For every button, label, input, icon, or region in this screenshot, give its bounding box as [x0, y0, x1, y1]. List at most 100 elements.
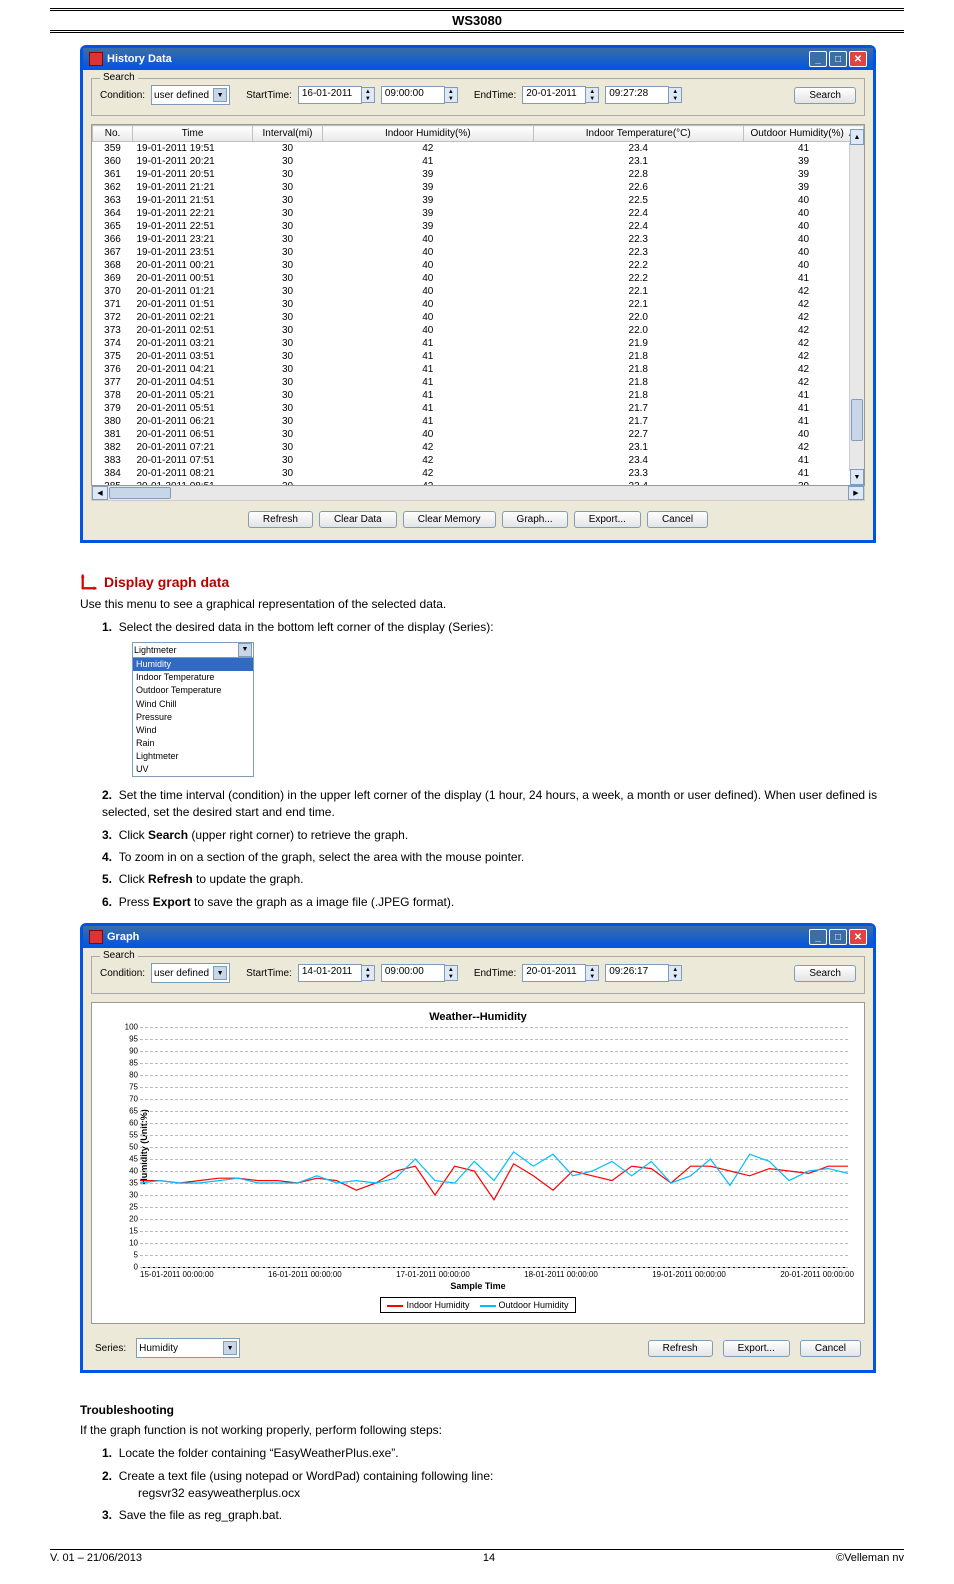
series-combo[interactable]: Humidity▼: [136, 1338, 240, 1358]
column-header[interactable]: Outdoor Humidity(%) ▲: [744, 126, 864, 142]
scroll-right-icon[interactable]: ▶: [848, 486, 864, 500]
start-time-input[interactable]: 09:00:00: [381, 964, 445, 982]
step6-post: to save the graph as a image file (.JPEG…: [191, 895, 454, 909]
table-row[interactable]: 37020-01-2011 01:21304022.142: [93, 285, 864, 298]
table-row[interactable]: 36719-01-2011 23:51304022.340: [93, 246, 864, 259]
table-row[interactable]: 36119-01-2011 20:51303922.839: [93, 168, 864, 181]
column-header[interactable]: Interval(mi): [253, 126, 323, 142]
spin-up-icon[interactable]: ▲: [362, 88, 374, 95]
table-row[interactable]: 36319-01-2011 21:51303922.540: [93, 194, 864, 207]
search-button[interactable]: Search: [794, 87, 856, 104]
refresh-button[interactable]: Refresh: [648, 1340, 713, 1357]
minimize-icon[interactable]: _: [809, 929, 827, 945]
condition-combo[interactable]: user defined ▼: [151, 85, 230, 105]
table-row[interactable]: 37520-01-2011 03:51304121.842: [93, 350, 864, 363]
intro-text: Use this menu to see a graphical represe…: [80, 595, 904, 613]
table-row[interactable]: 37820-01-2011 05:21304121.841: [93, 389, 864, 402]
condition-combo[interactable]: user defined▼: [151, 963, 230, 983]
step5-pre: Click: [119, 872, 148, 886]
maximize-icon[interactable]: □: [829, 51, 847, 67]
table-row[interactable]: 38320-01-2011 07:51304223.441: [93, 454, 864, 467]
step6-bold: Export: [153, 895, 191, 909]
step5-bold: Refresh: [148, 872, 193, 886]
table-row[interactable]: 36419-01-2011 22:21303922.440: [93, 207, 864, 220]
step-1: 1. Select the desired data in the bottom…: [102, 619, 904, 777]
export-button[interactable]: Export...: [574, 511, 641, 528]
search-button[interactable]: Search: [794, 965, 856, 982]
end-date-input[interactable]: 20-01-2011: [522, 964, 586, 982]
step3-pre: Click: [119, 828, 148, 842]
ts3-text: Save the file as reg_graph.bat.: [119, 1508, 282, 1522]
table-row[interactable]: 38120-01-2011 06:51304022.740: [93, 428, 864, 441]
start-date-input[interactable]: 16-01-2011: [298, 86, 362, 104]
table-row[interactable]: 36519-01-2011 22:51303922.440: [93, 220, 864, 233]
clear-memory-button[interactable]: Clear Memory: [403, 511, 496, 528]
table-row[interactable]: 37920-01-2011 05:51304121.741: [93, 402, 864, 415]
horizontal-scrollbar[interactable]: ◀ ▶: [91, 486, 865, 501]
cancel-button[interactable]: Cancel: [800, 1340, 861, 1357]
table-row[interactable]: 37320-01-2011 02:51304022.042: [93, 324, 864, 337]
spin-up-icon[interactable]: ▲: [445, 88, 457, 95]
column-header[interactable]: Time: [133, 126, 253, 142]
table-row[interactable]: 36019-01-2011 20:21304123.139: [93, 155, 864, 168]
dropdown-selected: Humidity: [133, 658, 253, 671]
spin-down-icon[interactable]: ▼: [362, 95, 374, 102]
vertical-scrollbar[interactable]: ▲ ▼: [849, 143, 864, 471]
chart-plot[interactable]: Humidity (Unit:%) 0510152025303540455055…: [140, 1027, 848, 1268]
cancel-button[interactable]: Cancel: [647, 511, 708, 528]
history-data-window: History Data _ □ ✕ Search Condition: use…: [80, 45, 876, 543]
spin-up-icon[interactable]: ▲: [669, 88, 681, 95]
condition-value: user defined: [154, 90, 209, 101]
step6-pre: Press: [119, 895, 153, 909]
table-row[interactable]: 37420-01-2011 03:21304121.942: [93, 337, 864, 350]
table-row[interactable]: 37720-01-2011 04:51304121.842: [93, 376, 864, 389]
table-row[interactable]: 36619-01-2011 23:21304022.340: [93, 233, 864, 246]
spin-down-icon[interactable]: ▼: [669, 95, 681, 102]
step-3: 3. Click Search (upper right corner) to …: [102, 827, 904, 844]
table-row[interactable]: 37120-01-2011 01:51304022.142: [93, 298, 864, 311]
scroll-down-icon[interactable]: ▼: [850, 469, 864, 485]
table-row[interactable]: 36820-01-2011 00:21304022.240: [93, 259, 864, 272]
hscroll-thumb[interactable]: [109, 487, 171, 499]
column-header[interactable]: Indoor Temperature(°C): [533, 126, 744, 142]
refresh-button[interactable]: Refresh: [248, 511, 313, 528]
spin-down-icon[interactable]: ▼: [586, 95, 598, 102]
scroll-thumb[interactable]: [851, 399, 863, 441]
legend-indoor: Indoor Humidity: [406, 1300, 469, 1310]
table-row[interactable]: 38520-01-2011 08:51304223.439: [93, 480, 864, 486]
export-button[interactable]: Export...: [723, 1340, 790, 1357]
table-row[interactable]: 37220-01-2011 02:21304022.042: [93, 311, 864, 324]
table-row[interactable]: 38220-01-2011 07:21304223.142: [93, 441, 864, 454]
table-row[interactable]: 38420-01-2011 08:21304223.341: [93, 467, 864, 480]
scroll-up-icon[interactable]: ▲: [850, 129, 864, 145]
table-row[interactable]: 38020-01-2011 06:21304121.741: [93, 415, 864, 428]
chart-area: Weather--Humidity Humidity (Unit:%) 0510…: [91, 1002, 865, 1324]
y-tick: 15: [129, 1227, 138, 1236]
close-icon[interactable]: ✕: [849, 929, 867, 945]
table-row[interactable]: 37620-01-2011 04:21304121.842: [93, 363, 864, 376]
end-time-input[interactable]: 09:27:28: [605, 86, 669, 104]
minimize-icon[interactable]: _: [809, 51, 827, 67]
graph-button[interactable]: Graph...: [502, 511, 568, 528]
condition-label: Condition:: [100, 968, 145, 979]
table-row[interactable]: 35919-01-2011 19:51304223.441: [93, 142, 864, 156]
footer-page: 14: [483, 1552, 495, 1564]
maximize-icon[interactable]: □: [829, 929, 847, 945]
spin-down-icon[interactable]: ▼: [445, 95, 457, 102]
scroll-left-icon[interactable]: ◀: [92, 486, 108, 500]
y-tick: 85: [129, 1059, 138, 1068]
close-icon[interactable]: ✕: [849, 51, 867, 67]
end-time-input[interactable]: 09:26:17: [605, 964, 669, 982]
clear-data-button[interactable]: Clear Data: [319, 511, 397, 528]
table-row[interactable]: 36219-01-2011 21:21303922.639: [93, 181, 864, 194]
spin-up-icon[interactable]: ▲: [586, 88, 598, 95]
column-header[interactable]: No.: [93, 126, 133, 142]
start-date-input[interactable]: 14-01-2011: [298, 964, 362, 982]
graph-window: Graph _ □ ✕ Search Condition: user defin…: [80, 923, 876, 1373]
y-tick: 55: [129, 1131, 138, 1140]
table-row[interactable]: 36920-01-2011 00:51304022.241: [93, 272, 864, 285]
column-header[interactable]: Indoor Humidity(%): [323, 126, 534, 142]
graph-axes-icon: [80, 573, 98, 591]
end-date-input[interactable]: 20-01-2011: [522, 86, 586, 104]
start-time-input[interactable]: 09:00:00: [381, 86, 445, 104]
